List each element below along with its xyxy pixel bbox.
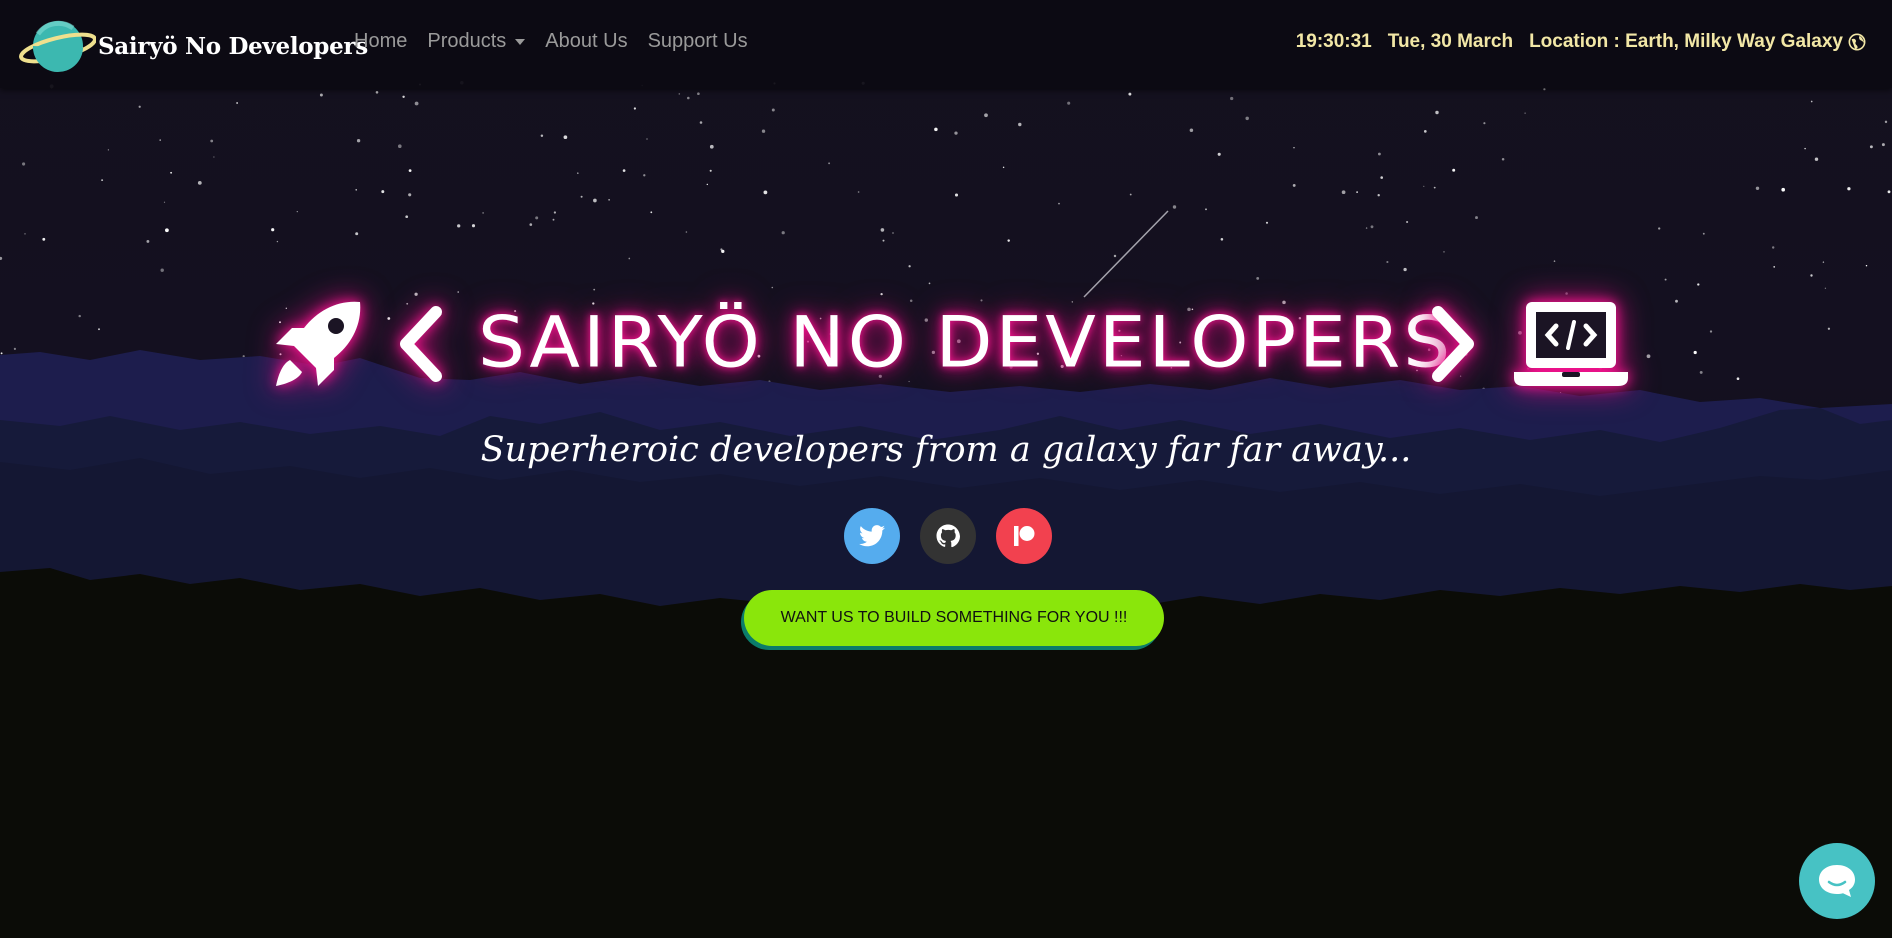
chevron-down-icon [515,38,526,45]
github-icon [936,524,960,548]
hero-title: SAIRYÖ NO DEVELOPERS [478,302,1454,384]
patreon-button[interactable] [996,508,1052,564]
brand-link[interactable]: Sairyö No Developers [18,16,368,76]
current-date: Tue, 30 March [1387,31,1514,52]
chat-icon [1819,865,1855,897]
globe-icon [1848,33,1866,51]
chevron-right-icon [1432,306,1474,382]
social-links [844,508,1072,564]
twitter-icon [859,525,885,547]
hero-subtitle: Superheroic developers from a galaxy far… [480,430,1412,470]
patreon-icon [1014,526,1035,546]
cta-build-button[interactable]: WANT US TO BUILD SOMETHING FOR YOU !!! [744,590,1164,646]
twitter-button[interactable] [844,508,900,564]
brand-name: Sairyö No Developers [98,32,368,60]
laptop-code-icon [1514,302,1628,386]
page: Sairyö No Developers Home Products About… [0,0,1892,938]
nav-products-dropdown[interactable]: Products [427,30,526,53]
navbar: Sairyö No Developers Home Products About… [0,0,1892,88]
location-text: Location : Earth, Milky Way Galaxy [1529,31,1843,52]
github-button[interactable] [920,508,976,564]
rocket-icon [276,301,361,386]
clock-time: 19:30:31 [1295,31,1372,52]
nav-support[interactable]: Support Us [648,30,748,53]
nav-links: Home Products About Us Support Us [354,30,768,53]
planet-icon [19,20,96,73]
nav-products-label: Products [427,30,507,52]
nav-about[interactable]: About Us [545,30,627,53]
chat-widget-button[interactable] [1799,843,1875,919]
chevron-left-icon [400,306,442,382]
nav-home[interactable]: Home [354,30,407,53]
nav-info: 19:30:31 Tue, 30 March Location : Earth,… [1296,31,1866,53]
